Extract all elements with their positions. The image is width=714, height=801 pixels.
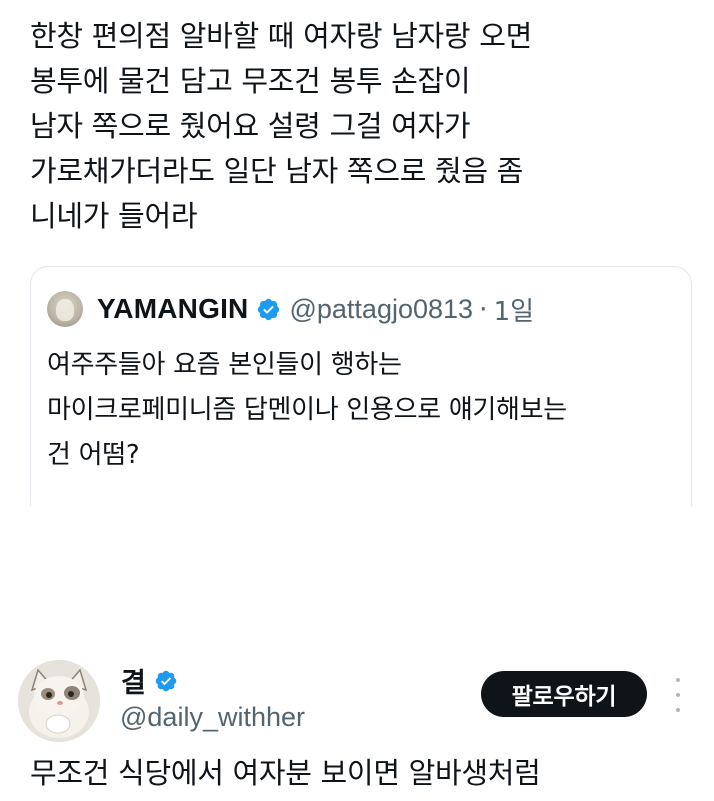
reply-tweet-text: 무조건 식당에서 여자분 보이면 알바생처럼 [30,756,541,790]
more-dot [676,708,680,712]
more-options-icon[interactable] [670,678,686,712]
main-tweet-line: 가로채가더라도 일단 남자 쪽으로 줬음 좀 [30,154,524,188]
separator-dot: · [479,293,488,325]
main-tweet-line: 한창 편의점 알바할 때 여자랑 남자랑 오면 [30,19,532,53]
reply-author-avatar[interactable] [18,660,100,742]
follow-button[interactable]: 팔로우하기 [481,671,647,717]
more-dot [676,678,680,682]
verified-badge-icon [258,298,280,320]
main-tweet-line: 니네가 들어라 [30,199,198,233]
quoted-tweet-time[interactable]: 1일 [494,291,534,328]
reply-author-handle[interactable]: @daily_withher [120,702,305,733]
main-tweet-line: 봉투에 물건 담고 무조건 봉투 손잡이 [30,64,471,98]
quoted-tweet-line: 여주주들아 요즘 본인들이 행하는 [47,350,402,380]
quoted-tweet-line: 건 어떰? [47,440,140,470]
quoted-tweet-line: 마이크로페미니즘 답멘이나 인용으로 얘기해보는 [47,395,567,425]
reply-author-name[interactable]: 결 [121,661,146,700]
quoted-tweet-text: 여주주들아 요즘 본인들이 행하는 마이크로페미니즘 답멘이나 인용으로 얘기해… [47,343,687,478]
cat-avatar-image [18,660,100,742]
reply-author-name-row: 결 [121,661,186,700]
quoted-author-name[interactable]: YAMANGIN [97,293,248,325]
quoted-tweet-header: YAMANGIN @pattagjo0813 · 1일 [47,289,534,329]
more-dot [676,693,680,697]
verified-badge-icon [155,670,177,691]
quoted-tweet-fade [31,476,691,506]
quoted-author-handle[interactable]: @pattagjo0813 [289,294,473,325]
quoted-tweet-card[interactable]: YAMANGIN @pattagjo0813 · 1일 여주주들아 요즘 본인들… [30,266,692,506]
quoted-author-avatar[interactable] [47,291,83,327]
main-tweet-line: 남자 쪽으로 줬어요 설령 그걸 여자가 [30,109,471,143]
main-tweet-text: 한창 편의점 알바할 때 여자랑 남자랑 오면 봉투에 물건 담고 무조건 봉투… [30,14,700,239]
